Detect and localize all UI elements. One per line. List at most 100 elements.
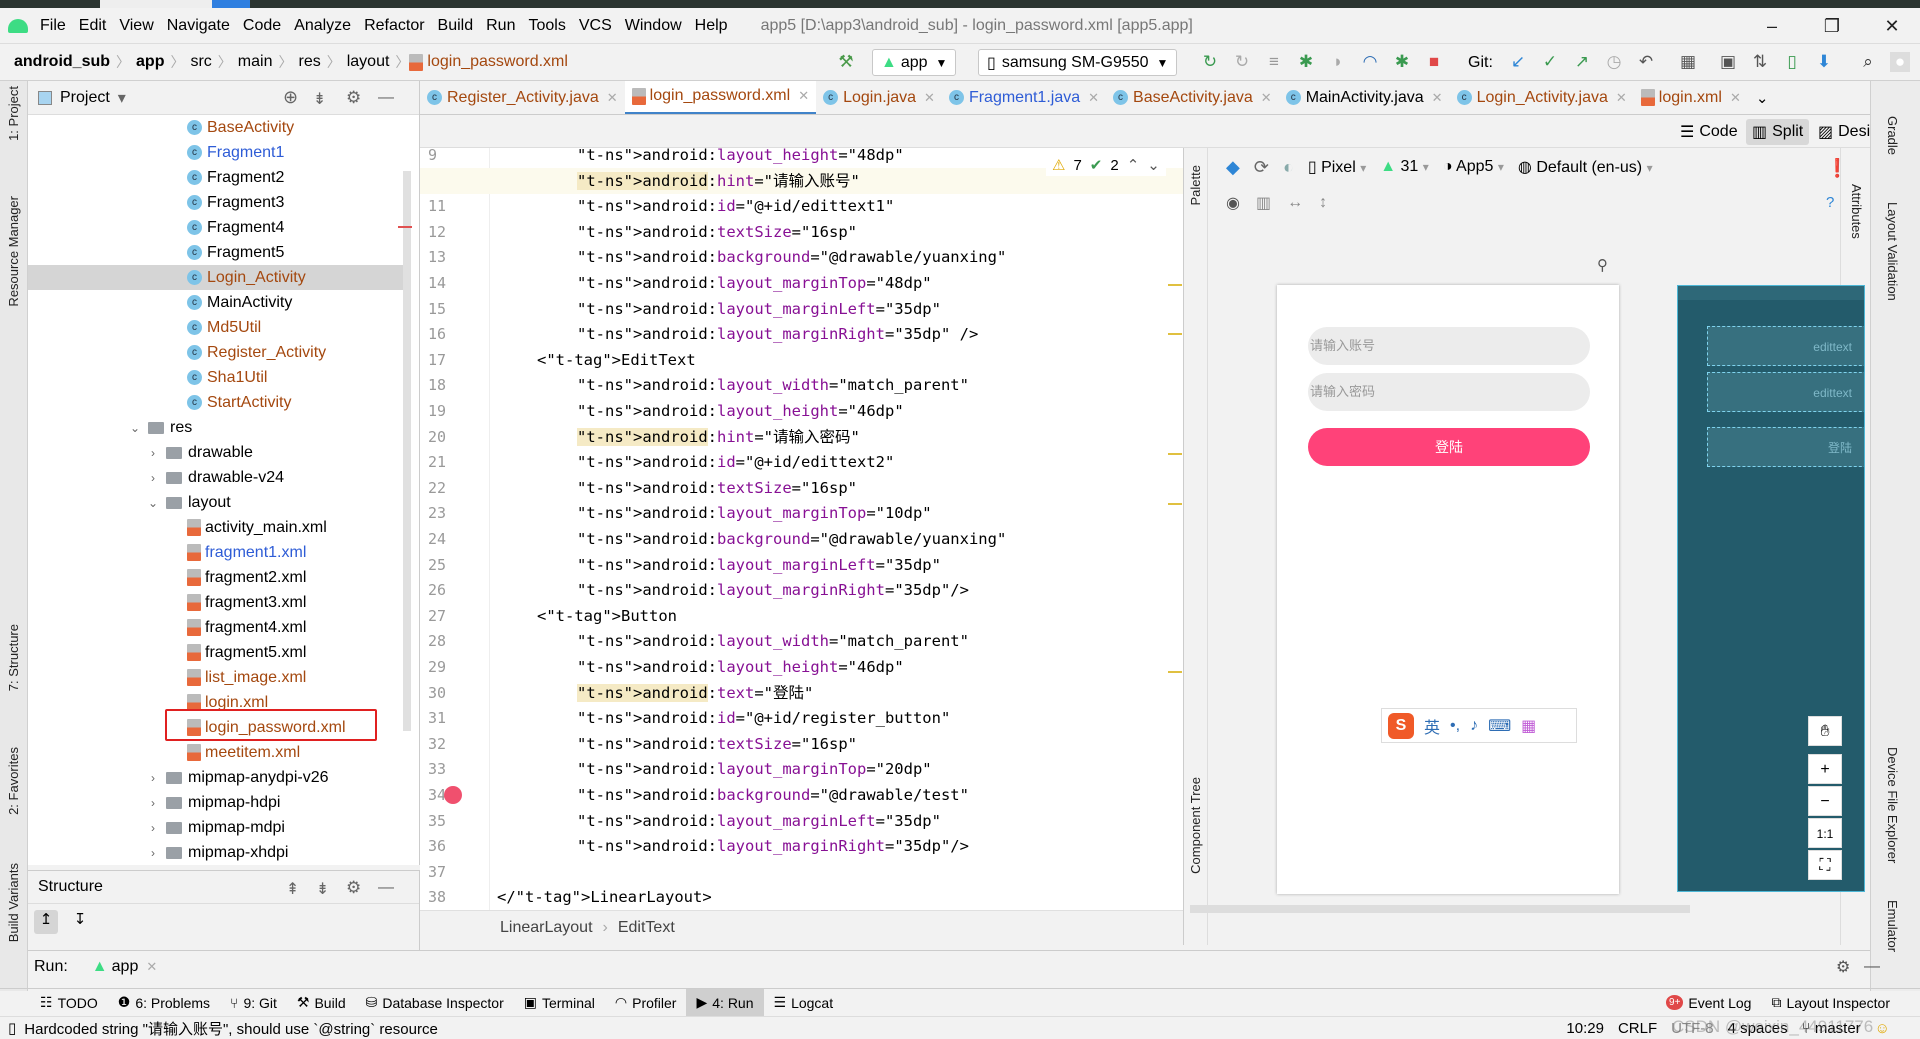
- menu-edit[interactable]: Edit: [79, 17, 107, 35]
- hide-panel-icon[interactable]: —: [378, 89, 394, 107]
- tree-item[interactable]: c Fragment2: [28, 165, 408, 190]
- view-options-eye-icon[interactable]: ◉: [1226, 193, 1240, 213]
- api-selector[interactable]: ▲ 31 ▾: [1380, 158, 1429, 176]
- code-line[interactable]: "t-ns">android:id="@+id/register_button": [577, 705, 950, 731]
- code-line[interactable]: "t-ns">android:layout_marginLeft="35dp": [577, 808, 941, 834]
- stop-icon[interactable]: ■: [1424, 52, 1444, 72]
- profiler-icon[interactable]: ◠: [1360, 52, 1380, 72]
- apps-icon[interactable]: ▦: [1521, 716, 1536, 736]
- horizontal-scrollbar[interactable]: [1190, 905, 1690, 913]
- coverage-icon[interactable]: ◗: [1328, 52, 1348, 72]
- zoom-actual-button[interactable]: 1:1: [1808, 818, 1842, 848]
- tree-item[interactable]: › mipmap-anydpi-v26: [28, 765, 408, 790]
- error-stripe-mark[interactable]: [1168, 333, 1182, 335]
- project-structure-icon[interactable]: ▦: [1678, 52, 1698, 72]
- tool-event-log[interactable]: 9+ Event Log: [1656, 989, 1761, 1017]
- code-line[interactable]: "t-ns">android:textSize="16sp": [577, 219, 857, 245]
- breadcrumb-linearlayout[interactable]: LinearLayout: [500, 919, 593, 937]
- tree-item[interactable]: c Fragment5: [28, 240, 408, 265]
- code-line[interactable]: "t-ns">android:layout_marginLeft="35dp": [577, 296, 941, 322]
- close-tab-icon[interactable]: ✕: [1616, 90, 1627, 106]
- tree-item[interactable]: fragment4.xml: [28, 615, 408, 640]
- tab-login-xml[interactable]: login.xml ✕: [1634, 81, 1748, 114]
- device-dropdown[interactable]: ▯ samsung SM-G9550 ▼: [978, 49, 1178, 76]
- line-gutter[interactable]: 9101112131415161718192021222324252627282…: [420, 148, 490, 910]
- next-highlight-icon[interactable]: ⌄: [1147, 156, 1160, 174]
- error-stripe-mark[interactable]: [1168, 671, 1182, 673]
- breadcrumb-app[interactable]: app: [136, 53, 164, 71]
- ime-language-toggle[interactable]: 英: [1424, 714, 1440, 738]
- view-dropdown-chevron-icon[interactable]: ▾: [118, 88, 126, 108]
- chevron-icon[interactable]: ›: [146, 846, 160, 860]
- breadcrumb-project[interactable]: android_sub: [14, 53, 110, 71]
- ime-punctuation-toggle[interactable]: •,: [1450, 717, 1460, 735]
- tree-item[interactable]: fragment5.xml: [28, 640, 408, 665]
- expand-all-icon[interactable]: ⇞: [286, 879, 299, 899]
- code-line[interactable]: "t-ns">android:layout_marginRight="35dp"…: [577, 321, 978, 347]
- lines-icon[interactable]: ≡: [1264, 52, 1284, 72]
- tab-register-activity-java[interactable]: c Register_Activity.java ✕: [420, 81, 625, 114]
- previous-highlight-icon[interactable]: ⌃: [1127, 156, 1140, 174]
- code-line[interactable]: "t-ns">android:layout_marginTop="48dp": [577, 270, 932, 296]
- pan-hand-icon[interactable]: ✋︎: [1808, 716, 1842, 746]
- gear-icon[interactable]: ⚙: [1836, 957, 1850, 977]
- stripe-layout-validation[interactable]: Layout Validation: [1885, 202, 1900, 301]
- tool-logcat[interactable]: ☰ Logcat: [764, 989, 844, 1017]
- orientation-icon[interactable]: ⟳: [1254, 157, 1269, 178]
- tree-item[interactable]: › mipmap-xhdpi: [28, 840, 408, 865]
- menu-vcs[interactable]: VCS: [579, 17, 612, 35]
- tree-item[interactable]: meetitem.xml: [28, 740, 408, 765]
- apply-code-changes-icon[interactable]: ↻: [1232, 52, 1252, 72]
- error-stripe-mark[interactable]: [1168, 503, 1182, 505]
- microphone-icon[interactable]: ♪: [1470, 717, 1478, 735]
- stripe-device-file-explorer[interactable]: Device File Explorer: [1885, 747, 1900, 863]
- error-stripe-mark[interactable]: [1168, 453, 1182, 455]
- tree-item[interactable]: ⌄ layout: [28, 490, 408, 515]
- tree-item[interactable]: c MainActivity: [28, 290, 408, 315]
- tree-item[interactable]: c Fragment4: [28, 215, 408, 240]
- tab-login-password-xml[interactable]: login_password.xml ✕: [624, 81, 817, 114]
- design-surface-icon[interactable]: ◆: [1226, 157, 1240, 178]
- breadcrumb-src[interactable]: src: [190, 53, 211, 71]
- tool-todo[interactable]: ☷ TODO: [30, 989, 108, 1017]
- tree-item[interactable]: c StartActivity: [28, 390, 408, 415]
- breadcrumb-main[interactable]: main: [238, 53, 273, 71]
- zoom-out-button[interactable]: −: [1808, 786, 1842, 816]
- menu-file[interactable]: File: [40, 17, 66, 35]
- inspection-widget[interactable]: ⚠ 7 ✔ 2 ⌃ ⌄: [1046, 154, 1166, 176]
- menu-run[interactable]: Run: [486, 17, 515, 35]
- palette-tab[interactable]: Palette: [1188, 165, 1203, 205]
- tree-item[interactable]: c Login_Activity: [28, 265, 408, 290]
- tool-profiler[interactable]: ◠ Profiler: [605, 989, 687, 1017]
- code-line[interactable]: "t-ns">android:layout_height="46dp": [577, 398, 904, 424]
- gear-icon[interactable]: ⚙: [346, 878, 361, 898]
- code-line[interactable]: "t-ns">android:background="@drawable/yua…: [577, 526, 1006, 552]
- chevron-icon[interactable]: ⌄: [128, 421, 142, 435]
- zoom-fit-icon[interactable]: ⛶: [1808, 850, 1842, 880]
- sdk-manager-icon[interactable]: ⬇: [1814, 52, 1834, 72]
- tool-terminal[interactable]: ▣ Terminal: [514, 989, 605, 1017]
- tool-problems[interactable]: ❶ 6: Problems: [108, 989, 220, 1017]
- chevron-icon[interactable]: ›: [146, 821, 160, 835]
- code-line[interactable]: "t-ns">android:background="@drawable/yua…: [577, 244, 1006, 270]
- horizontal-resize-icon[interactable]: ↔: [1287, 194, 1303, 212]
- chevron-icon[interactable]: ⌄: [146, 496, 160, 510]
- layout-preview[interactable]: 请输入账号 请输入密码 登陆: [1277, 285, 1619, 894]
- tab-login-java[interactable]: c Login.java ✕: [816, 81, 942, 114]
- tree-item[interactable]: c Fragment1: [28, 140, 408, 165]
- tool-git[interactable]: ⑂ 9: Git: [220, 989, 287, 1017]
- git-push-icon[interactable]: ↗: [1572, 52, 1592, 72]
- tool-build[interactable]: ⚒ Build: [287, 989, 356, 1017]
- close-tab-icon[interactable]: ✕: [1261, 90, 1272, 106]
- breadcrumb-res[interactable]: res: [298, 53, 320, 71]
- tree-item[interactable]: c BaseActivity: [28, 115, 408, 140]
- code-line[interactable]: "t-ns">android:layout_width="match_paren…: [577, 628, 969, 654]
- ime-toolbar[interactable]: S 英 •, ♪ ⌨ ▦: [1381, 708, 1577, 743]
- stripe-gradle[interactable]: Gradle: [1885, 116, 1900, 155]
- code-line[interactable]: "t-ns">android:layout_marginRight="35dp"…: [577, 833, 969, 859]
- menu-tools[interactable]: Tools: [528, 17, 565, 35]
- device-manager-icon[interactable]: ▯: [1782, 52, 1802, 72]
- close-tab-icon[interactable]: ✕: [924, 90, 935, 106]
- scrollbar[interactable]: [403, 171, 411, 731]
- status-panel-icon[interactable]: ▯: [8, 1019, 16, 1037]
